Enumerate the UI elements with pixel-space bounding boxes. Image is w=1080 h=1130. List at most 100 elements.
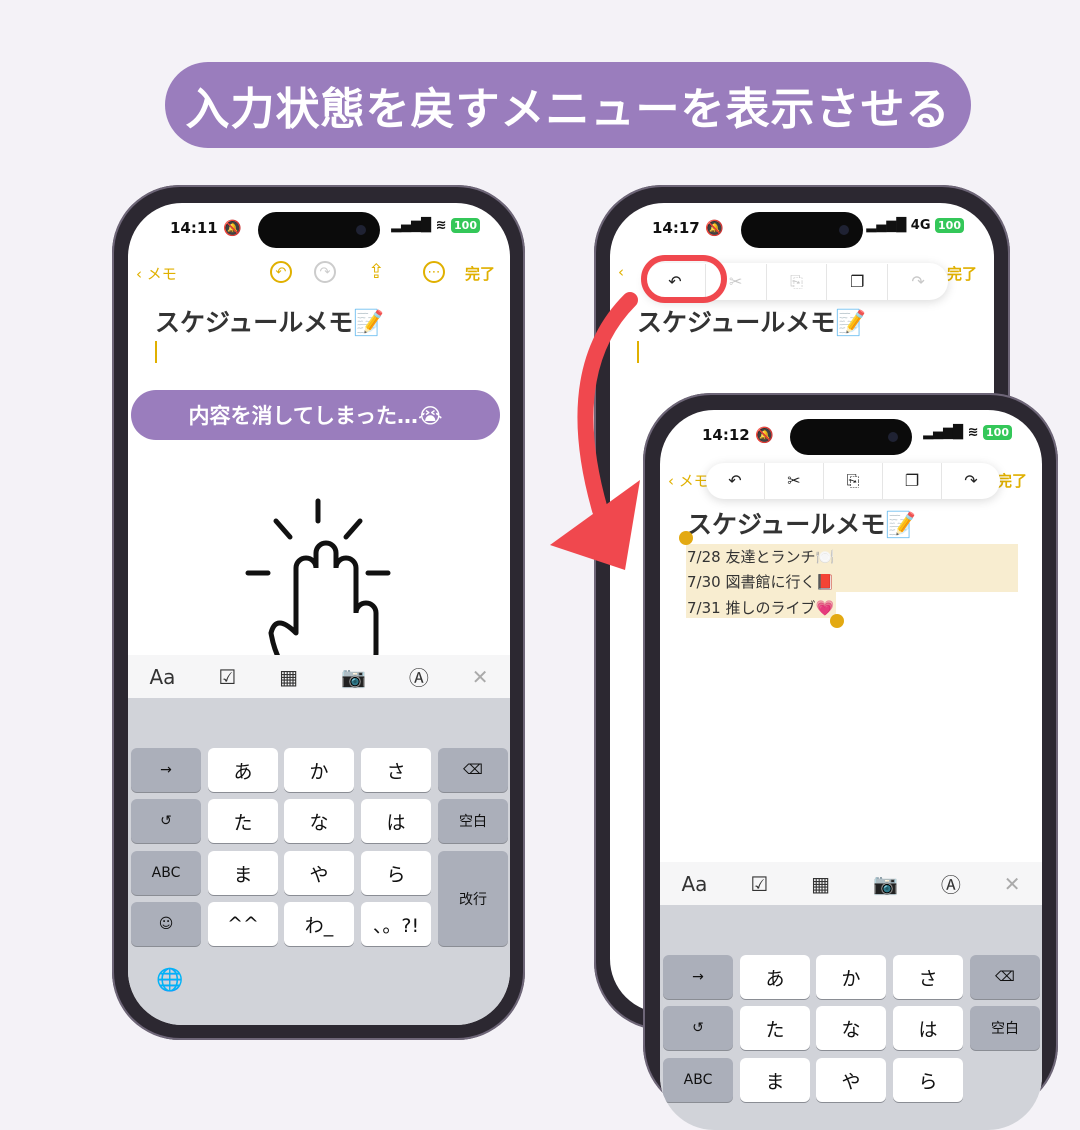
paste-menu-button[interactable]: ❐	[827, 263, 889, 300]
key[interactable]: さ	[361, 748, 431, 792]
back-button[interactable]: ‹ メモ	[136, 263, 177, 284]
signal-icon: ▂▄▆█	[923, 425, 964, 440]
note-title: スケジュールメモ📝	[155, 308, 385, 337]
network-label: 4G	[910, 218, 931, 233]
key[interactable]: →	[663, 955, 733, 999]
note-line: 7/30 図書館に行く📕	[687, 573, 835, 591]
camera-icon[interactable]: 📷	[341, 665, 366, 689]
close-icon[interactable]: ✕	[472, 665, 489, 689]
key[interactable]: あ	[208, 748, 278, 792]
done-button[interactable]: 完了	[997, 470, 1027, 491]
note-title: スケジュールメモ📝	[637, 308, 867, 337]
note-line: 7/28 友達とランチ🍽️	[687, 548, 835, 566]
key[interactable]: た	[740, 1006, 810, 1050]
copy-menu-button[interactable]: ⎘	[767, 263, 828, 300]
curved-arrow-icon	[550, 292, 640, 570]
key[interactable]: ら	[361, 851, 431, 895]
key[interactable]: た	[208, 799, 278, 843]
checklist-icon[interactable]: ☑	[218, 665, 236, 689]
heading-banner: 入力状態を戻すメニューを表示させる	[165, 62, 971, 148]
close-icon[interactable]: ✕	[1004, 872, 1021, 896]
key[interactable]: 空白	[970, 1006, 1040, 1050]
key[interactable]: ま	[208, 851, 278, 895]
signal-icon: ▂▄▆█	[391, 218, 432, 233]
silent-bell-icon: 🔕	[222, 219, 242, 237]
table-icon[interactable]: ▦	[811, 872, 830, 896]
key[interactable]: か	[284, 748, 354, 792]
status-icons: ▂▄▆█ ≋ 100	[391, 218, 480, 233]
key[interactable]: ☺	[131, 902, 201, 946]
markup-icon[interactable]: Ⓐ	[409, 662, 429, 691]
callout-bubble: 内容を消してしまった…😭	[131, 390, 500, 440]
key[interactable]: ABC	[663, 1058, 733, 1102]
keyboard: → あかさ ⌫ ↺ たなは空白 ABC まやら	[660, 905, 1042, 1130]
markup-icon[interactable]: Ⓐ	[941, 869, 961, 898]
signal-icon: ▂▄▆█	[866, 218, 907, 233]
status-icons: ▂▄▆█ ≋ 100	[923, 425, 1012, 440]
key[interactable]: な	[284, 799, 354, 843]
text-format-button[interactable]: Aa	[681, 872, 707, 896]
key[interactable]: ら	[893, 1058, 963, 1102]
status-icons: ▂▄▆█ 4G 100	[866, 218, 964, 233]
phone-left-screen: 14:11 🔕 ▂▄▆█ ≋ 100 ‹ メモ ↶ ↷ ⇪ ⋯ 完了 スケジュー…	[128, 203, 510, 1025]
key[interactable]: →	[131, 748, 201, 792]
undo-icon[interactable]: ↶	[270, 261, 292, 283]
silent-bell-icon: 🔕	[704, 219, 724, 237]
share-icon[interactable]: ⇪	[368, 259, 385, 283]
battery-icon: 100	[935, 218, 964, 233]
checklist-icon[interactable]: ☑	[750, 872, 768, 896]
more-icon[interactable]: ⋯	[423, 261, 445, 283]
text-format-button[interactable]: Aa	[149, 665, 175, 689]
key[interactable]: ^^	[208, 902, 278, 946]
back-button[interactable]: ‹ メモ	[668, 470, 709, 491]
format-toolbar: Aa ☑ ▦ 📷 Ⓐ ✕	[660, 862, 1042, 905]
key[interactable]: 改行	[438, 851, 508, 946]
wifi-icon: ≋	[435, 218, 447, 233]
key[interactable]: か	[816, 955, 886, 999]
done-button[interactable]: 完了	[947, 263, 977, 284]
phone-left: 14:11 🔕 ▂▄▆█ ≋ 100 ‹ メモ ↶ ↷ ⇪ ⋯ 完了 スケジュー…	[112, 185, 525, 1040]
key[interactable]: や	[816, 1058, 886, 1102]
nav-bar: ‹ メモ ↶ ↷ ⇪ ⋯ 完了	[128, 259, 510, 291]
copy-menu-button[interactable]: ⎘	[824, 463, 883, 499]
paste-menu-button[interactable]: ❐	[883, 463, 942, 499]
done-button[interactable]: 完了	[465, 263, 495, 284]
globe-icon[interactable]: 🌐	[156, 968, 183, 993]
selection-handle-end[interactable]	[830, 614, 844, 628]
redo-menu-button[interactable]: ↷	[942, 463, 1000, 499]
table-icon[interactable]: ▦	[279, 665, 298, 689]
dynamic-island	[790, 419, 912, 455]
back-button[interactable]: ‹	[618, 263, 624, 281]
key[interactable]: は	[361, 799, 431, 843]
key[interactable]: や	[284, 851, 354, 895]
redo-menu-button[interactable]: ↷	[888, 264, 948, 300]
key[interactable]: 、。?!	[361, 902, 431, 946]
status-time: 14:11 🔕	[170, 219, 242, 237]
dynamic-island	[258, 212, 380, 248]
key[interactable]: さ	[893, 955, 963, 999]
key[interactable]: は	[893, 1006, 963, 1050]
key[interactable]: ⌫	[438, 748, 508, 792]
key[interactable]: ↺	[131, 799, 201, 843]
selection-handle-start[interactable]	[679, 531, 693, 545]
key[interactable]: ABC	[131, 851, 201, 895]
back-label: メモ	[678, 472, 709, 490]
key[interactable]: ↺	[663, 1006, 733, 1050]
text-cursor	[155, 341, 157, 363]
phone-front-screen: 14:12 🔕 ▂▄▆█ ≋ 100 ‹ メモ 完了 ↶ ✂ ⎘ ❐ ↷ スケジュールメ…	[660, 410, 1042, 1130]
key[interactable]: ⌫	[970, 955, 1040, 999]
note-line: 7/31 推しのライブ💗	[687, 599, 835, 617]
key[interactable]: 空白	[438, 799, 508, 843]
status-time: 14:12 🔕	[702, 426, 774, 444]
redo-icon[interactable]: ↷	[314, 261, 336, 283]
key[interactable]: ま	[740, 1058, 810, 1102]
key[interactable]: わ_	[284, 902, 354, 946]
undo-menu-button[interactable]: ↶	[706, 463, 765, 499]
phone-front: 14:12 🔕 ▂▄▆█ ≋ 100 ‹ メモ 完了 ↶ ✂ ⎘ ❐ ↷ スケジュールメ…	[643, 393, 1058, 1130]
dynamic-island	[741, 212, 863, 248]
key[interactable]: あ	[740, 955, 810, 999]
key[interactable]: な	[816, 1006, 886, 1050]
camera-icon[interactable]: 📷	[873, 872, 898, 896]
cut-menu-button[interactable]: ✂	[765, 463, 824, 499]
wifi-icon: ≋	[967, 425, 979, 440]
